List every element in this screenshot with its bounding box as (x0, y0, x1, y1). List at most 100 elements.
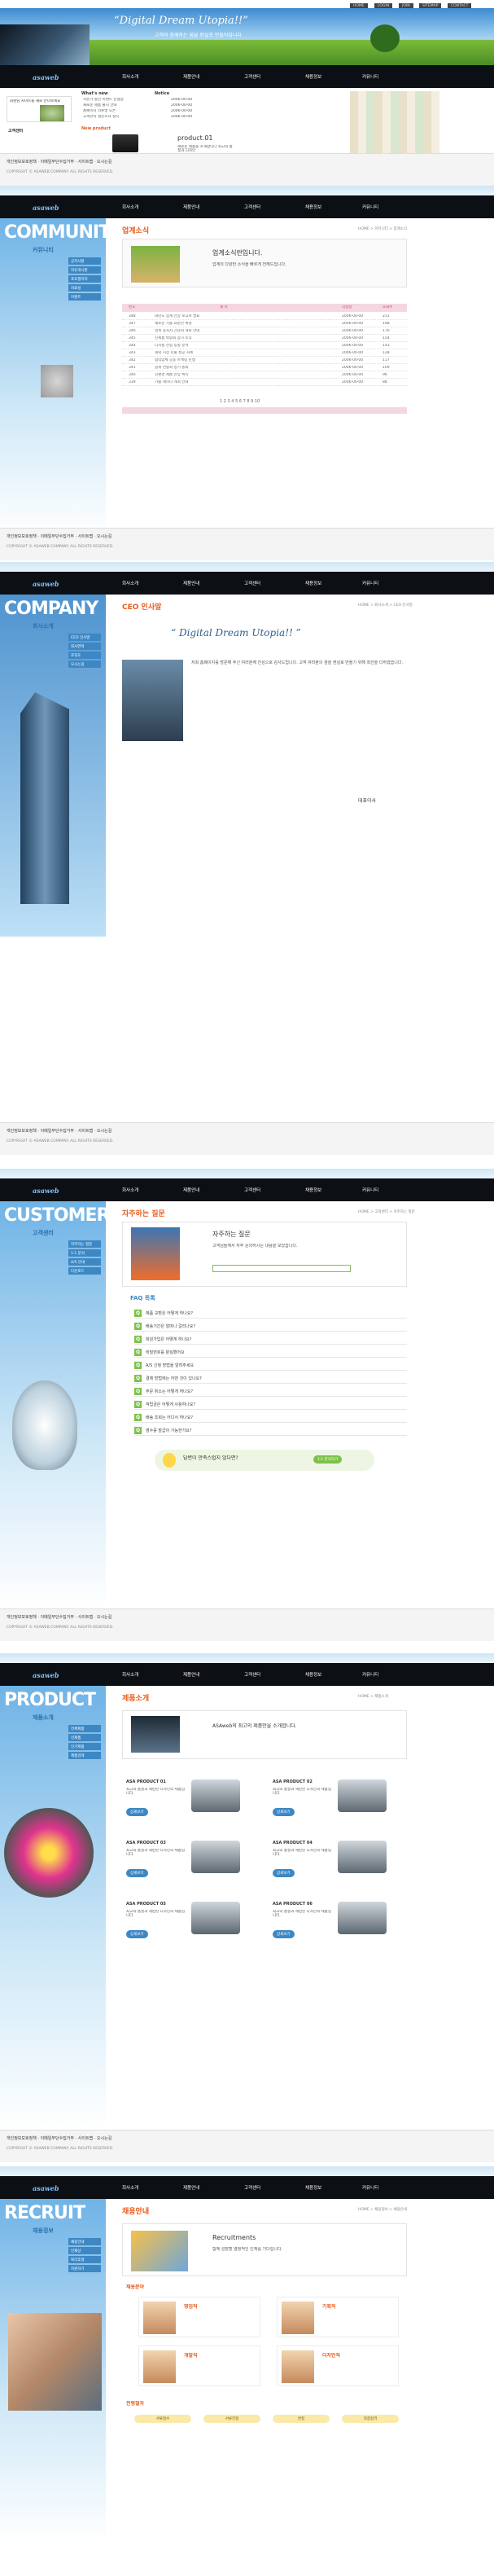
nav-community[interactable]: 커뮤니티 (362, 2184, 378, 2191)
whats-new-item[interactable]: 홈페이지 리뉴얼 오픈 (83, 109, 116, 113)
side-menu-item[interactable]: 제품검색 (68, 1752, 101, 1759)
recruit-card[interactable]: 영업직 (138, 2297, 260, 2337)
side-menu-item[interactable]: 공지사항 (68, 257, 101, 265)
footer-links[interactable]: 개인정보보호정책 · 이메일무단수집거부 · 사이트맵 · 오시는길 (7, 1614, 111, 1620)
table-row[interactable]: 348 내년도 업계 전망 보고서 발표 2006-00-00 231 (122, 313, 407, 320)
nav-recruit[interactable]: 채용정보 (305, 1671, 321, 1678)
nav-community[interactable]: 커뮤니티 (362, 1671, 378, 1678)
side-menu-item[interactable]: 1:1 문의 (68, 1249, 101, 1257)
side-menu-item[interactable]: 이벤트 (68, 293, 101, 301)
nav-company[interactable]: 회사소개 (122, 73, 138, 80)
logo[interactable]: asaweb (33, 2181, 59, 2194)
faq-item[interactable]: Q 제품 교환은 어떻게 하나요? (134, 1307, 407, 1319)
product-card[interactable]: ASA PRODUCT 04 최고의 품질과 세련된 디자인의 제품입니다. 상세보… (273, 1837, 403, 1885)
whats-new-item[interactable]: 새로운 제품 출시 안내 (83, 103, 117, 108)
side-menu-item[interactable]: 자유게시판 (68, 266, 101, 274)
nav-community[interactable]: 커뮤니티 (362, 580, 378, 586)
side-menu-item[interactable]: 자주하는 질문 (68, 1240, 101, 1248)
nav-customer[interactable]: 고객센터 (244, 2184, 260, 2191)
product-card[interactable]: ASA PRODUCT 02 최고의 품질과 세련된 디자인의 제품입니다. 상세보… (273, 1775, 403, 1824)
help-button[interactable]: 1:1 문의하기 (313, 1455, 343, 1464)
product-name[interactable]: product.01 (177, 134, 213, 143)
detail-button[interactable]: 상세보기 (273, 1930, 295, 1938)
table-row[interactable]: 343 해외 시장 진출 성공 사례 2006-00-00 128 (122, 349, 407, 357)
side-menu-item[interactable]: 조직도 (68, 652, 101, 659)
recruit-card[interactable]: 개발직 (138, 2346, 260, 2386)
side-menu-item[interactable]: 지원하기 (68, 2265, 101, 2272)
side-menu-item[interactable]: A/S 안내 (68, 1258, 101, 1266)
side-menu-item[interactable]: 복리후생 (68, 2256, 101, 2263)
nav-company[interactable]: 회사소개 (122, 2184, 138, 2191)
side-menu-item[interactable]: 신제품 (68, 1734, 101, 1741)
side-menu-item[interactable]: 다운로드 (68, 1267, 101, 1275)
nav-community[interactable]: 커뮤니티 (362, 73, 378, 80)
nav-customer[interactable]: 고객센터 (244, 580, 260, 586)
nav-community[interactable]: 커뮤니티 (362, 204, 378, 210)
nav-product[interactable]: 제품안내 (183, 2184, 199, 2191)
nav-product[interactable]: 제품안내 (183, 1671, 199, 1678)
nav-recruit[interactable]: 채용정보 (305, 1187, 321, 1193)
whats-new-item[interactable]: 시즌가 할인 이벤트 진행중 (83, 98, 124, 102)
nav-product[interactable]: 제품안내 (183, 204, 199, 210)
detail-button[interactable]: 상세보기 (126, 1869, 148, 1877)
faq-item[interactable]: Q 영수증 발급이 가능한가요? (134, 1424, 407, 1436)
side-menu-item[interactable]: 인재상 (68, 2247, 101, 2254)
footer-links[interactable]: 개인정보보호정책 · 이메일무단수집거부 · 사이트맵 · 오시는길 (7, 2135, 111, 2141)
nav-community[interactable]: 커뮤니티 (362, 1187, 378, 1193)
faq-item[interactable]: Q 회원가입은 어떻게 하나요? (134, 1333, 407, 1345)
product-card[interactable]: ASA PRODUCT 05 최고의 품질과 세련된 디자인의 제품입니다. 상세보… (126, 1898, 256, 1946)
faq-search-input[interactable] (212, 1265, 351, 1272)
footer-links[interactable]: 개인정보보호정책 · 이메일무단수집거부 · 사이트맵 · 오시는길 (7, 533, 111, 539)
side-menu-item[interactable]: CEO 인사말 (68, 634, 101, 641)
recruit-card[interactable]: 기획직 (277, 2297, 399, 2337)
side-menu-item[interactable]: 회사연혁 (68, 643, 101, 650)
nav-customer[interactable]: 고객센터 (244, 73, 260, 80)
table-row[interactable]: 346 업계 종사자 간담회 개최 안내 2006-00-00 176 (122, 327, 407, 335)
nav-recruit[interactable]: 채용정보 (305, 73, 321, 80)
nav-recruit[interactable]: 채용정보 (305, 204, 321, 210)
faq-item[interactable]: Q 배송기간은 얼마나 걸리나요? (134, 1320, 407, 1332)
side-menu-item[interactable]: 포토갤러리 (68, 275, 101, 283)
nav-company[interactable]: 회사소개 (122, 1671, 138, 1678)
side-menu-item[interactable]: 인기제품 (68, 1743, 101, 1750)
faq-item[interactable]: Q A/S 신청 방법을 알려주세요 (134, 1359, 407, 1371)
detail-button[interactable]: 상세보기 (273, 1808, 295, 1816)
paging[interactable]: 1 2 3 4 5 6 7 8 9 10 (220, 399, 260, 404)
nav-company[interactable]: 회사소개 (122, 204, 138, 210)
nav-customer[interactable]: 고객센터 (244, 1187, 260, 1193)
footer-links[interactable]: 개인정보보호정책 · 이메일무단수집거부 · 사이트맵 · 오시는길 (7, 1128, 111, 1134)
nav-company[interactable]: 회사소개 (122, 580, 138, 586)
logo[interactable]: asaweb (33, 70, 59, 83)
nav-customer[interactable]: 고객센터 (244, 204, 260, 210)
table-row[interactable]: 345 신제품 박람회 참가 소식 2006-00-00 154 (122, 335, 407, 342)
nav-recruit[interactable]: 채용정보 (305, 580, 321, 586)
faq-item[interactable]: Q 비밀번호를 분실했어요 (134, 1346, 407, 1358)
faq-item[interactable]: Q 결제 방법에는 어떤 것이 있나요? (134, 1372, 407, 1384)
logo[interactable]: asaweb (33, 200, 59, 213)
nav-recruit[interactable]: 채용정보 (305, 2184, 321, 2191)
table-row[interactable]: 339 기술 세미나 개최 안내 2006-00-00 88 (122, 379, 407, 386)
nav-product[interactable]: 제품안내 (183, 1187, 199, 1193)
side-menu-item[interactable]: 전체제품 (68, 1725, 101, 1732)
detail-button[interactable]: 상세보기 (126, 1808, 148, 1816)
whats-new-item[interactable]: 고객만족 설문조사 실시 (83, 115, 119, 119)
logo[interactable]: asaweb (33, 1668, 59, 1681)
nav-company[interactable]: 회사소개 (122, 1187, 138, 1193)
table-row[interactable]: 342 협력업체 공동 마케팅 진행 2006-00-00 117 (122, 357, 407, 364)
side-menu-item[interactable]: 자료실 (68, 284, 101, 292)
table-row[interactable]: 341 업계 연합회 정기 총회 2006-00-00 109 (122, 364, 407, 371)
nav-product[interactable]: 제품안내 (183, 73, 199, 80)
faq-item[interactable]: Q 배송 조회는 어디서 하나요? (134, 1411, 407, 1423)
table-row[interactable]: 347 새로운 기술 표준안 확정 2006-00-00 198 (122, 320, 407, 327)
logo[interactable]: asaweb (33, 577, 59, 590)
faq-item[interactable]: Q 주문 취소는 어떻게 하나요? (134, 1385, 407, 1397)
recruit-card[interactable]: 디자인직 (277, 2346, 399, 2386)
detail-button[interactable]: 상세보기 (126, 1930, 148, 1938)
product-card[interactable]: ASA PRODUCT 01 최고의 품질과 세련된 디자인의 제품입니다. 상세보… (126, 1775, 256, 1824)
product-card[interactable]: ASA PRODUCT 06 최고의 품질과 세련된 디자인의 제품입니다. 상세보… (273, 1898, 403, 1946)
nav-customer[interactable]: 고객센터 (244, 1671, 260, 1678)
side-menu-item[interactable]: 오시는길 (68, 660, 101, 668)
faq-item[interactable]: Q 적립금은 어떻게 사용하나요? (134, 1398, 407, 1410)
detail-button[interactable]: 상세보기 (273, 1869, 295, 1877)
footer-links[interactable]: 개인정보보호정책 · 이메일무단수집거부 · 사이트맵 · 오시는길 (7, 159, 111, 165)
